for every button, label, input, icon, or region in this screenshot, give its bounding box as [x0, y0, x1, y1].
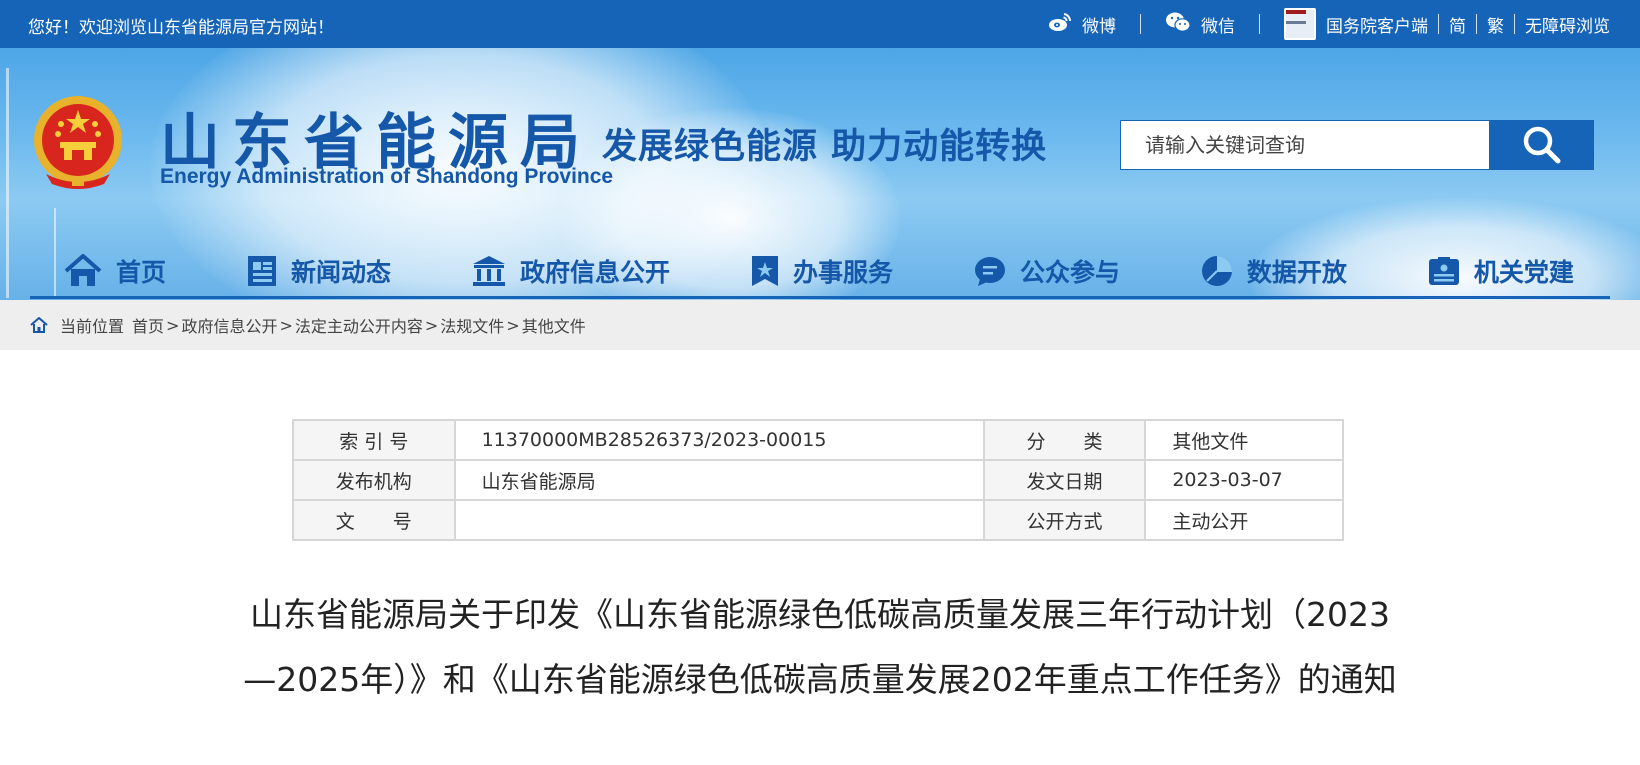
- top-tools: 微博 微信 国务院客户端 简 繁 无障碍浏览: [1048, 8, 1610, 40]
- nav-item-data[interactable]: 数据开放: [1201, 253, 1347, 289]
- nav-item-participation[interactable]: 公众参与: [974, 253, 1120, 289]
- weibo-label: 微博: [1082, 16, 1116, 37]
- document-number-value: [453, 499, 985, 541]
- issue-date-value: 2023-03-07: [1144, 459, 1344, 501]
- index-number-value: 11370000MB28526373/2023-00015: [453, 419, 985, 461]
- breadcrumb-separator: >: [424, 315, 439, 335]
- divider: [1476, 14, 1477, 34]
- search-button[interactable]: [1490, 120, 1594, 170]
- gov-app-icon: [1284, 8, 1316, 40]
- breadcrumb-item[interactable]: 首页: [132, 313, 164, 337]
- weibo-link[interactable]: 微博: [1048, 8, 1116, 40]
- wechat-icon: [1165, 11, 1191, 38]
- simplified-label: 简: [1449, 16, 1466, 37]
- traditional-label: 繁: [1487, 16, 1504, 37]
- wechat-label: 微信: [1201, 16, 1235, 37]
- breadcrumb-separator: >: [506, 315, 520, 335]
- nav-item-news[interactable]: 新闻动态: [247, 253, 391, 289]
- turbine-decoration: [6, 68, 9, 298]
- nav-label: 公众参与: [1019, 258, 1120, 287]
- search-icon: [1523, 126, 1561, 164]
- accessibility-link[interactable]: 无障碍浏览: [1525, 8, 1610, 40]
- service-icon: [751, 256, 778, 286]
- disclosure-method-value: 主动公开: [1144, 499, 1344, 541]
- category-value: 其他文件: [1144, 419, 1344, 461]
- government-icon: [472, 256, 505, 286]
- breadcrumb-item[interactable]: 政府信息公开: [181, 313, 277, 337]
- gov-app-link[interactable]: 国务院客户端: [1284, 8, 1428, 40]
- publisher-label: 发布机构: [292, 459, 456, 501]
- nav-label: 新闻动态: [290, 258, 391, 287]
- breadcrumb-prefix: 当前位置: [60, 317, 125, 336]
- home-icon: [64, 254, 102, 286]
- table-row: 文 号 公开方式 主动公开: [292, 499, 1344, 541]
- search-bar: [1120, 120, 1594, 170]
- nav-item-gov-info[interactable]: 政府信息公开: [472, 253, 670, 289]
- main-nav: 首页 新闻动态 政府信息公开 办事服务 公众参与 数据开放 机关党建: [30, 244, 1610, 298]
- index-number-label: 索 引 号: [292, 419, 456, 461]
- article-title: 山东省能源局关于印发《山东省能源绿色低碳高质量发展三年行动计划（2023—202…: [243, 595, 1397, 699]
- top-bar: 您好！欢迎浏览山东省能源局官方网站！ 微博 微信 国务院客户端 简 繁 无障碍浏…: [0, 0, 1640, 48]
- breadcrumb-separator: >: [279, 315, 293, 335]
- divider: [1514, 14, 1515, 34]
- pie-chart-icon: [1201, 256, 1232, 286]
- breadcrumb: 当前位置 首页 > 政府信息公开 > 法定主动公开内容 > 法规文件 > 其他文件: [0, 300, 1640, 350]
- site-title-en: Energy Administration of Shandong Provin…: [160, 165, 614, 188]
- nav-label: 政府信息公开: [519, 258, 670, 287]
- table-row: 发布机构 山东省能源局 发文日期 2023-03-07: [292, 459, 1344, 501]
- nav-label: 首页: [116, 258, 167, 287]
- weibo-icon: [1048, 12, 1072, 37]
- nav-item-service[interactable]: 办事服务: [751, 253, 893, 289]
- gov-app-label: 国务院客户端: [1326, 16, 1428, 37]
- traditional-link[interactable]: 繁: [1487, 8, 1504, 40]
- wechat-link[interactable]: 微信: [1165, 8, 1235, 40]
- category-label: 分 类: [982, 419, 1147, 461]
- nav-label: 数据开放: [1246, 258, 1347, 287]
- breadcrumb-item[interactable]: 法定主动公开内容: [295, 313, 423, 337]
- breadcrumb-item[interactable]: 其他文件: [522, 313, 586, 337]
- search-input[interactable]: [1120, 120, 1490, 170]
- nav-item-party[interactable]: 机关党建: [1428, 253, 1574, 289]
- nav-label: 机关党建: [1473, 258, 1574, 287]
- publisher-value: 山东省能源局: [453, 459, 985, 501]
- disclosure-method-label: 公开方式: [982, 499, 1147, 541]
- news-icon: [247, 256, 276, 286]
- nav-label: 办事服务: [792, 258, 893, 287]
- table-row: 索 引 号 11370000MB28526373/2023-00015 分 类 …: [292, 419, 1344, 461]
- id-card-icon: [1428, 257, 1459, 285]
- simplified-link[interactable]: 简: [1449, 8, 1466, 40]
- breadcrumb-item[interactable]: 法规文件: [440, 313, 504, 337]
- divider: [1438, 14, 1439, 34]
- document-number-label: 文 号: [292, 499, 456, 541]
- welcome-text: 您好！欢迎浏览山东省能源局官方网站！: [28, 18, 334, 38]
- nav-underline: [30, 296, 1610, 299]
- nav-item-home[interactable]: 首页: [64, 253, 166, 289]
- chat-icon: [974, 257, 1005, 286]
- divider: [1140, 14, 1141, 34]
- accessibility-label: 无障碍浏览: [1525, 16, 1610, 37]
- breadcrumb-separator: >: [166, 315, 180, 335]
- national-emblem-icon: [34, 96, 122, 189]
- home-icon: [30, 317, 48, 333]
- divider: [1259, 14, 1260, 34]
- document-info-table: 索 引 号 11370000MB28526373/2023-00015 分 类 …: [292, 419, 1344, 541]
- slogan: 发展绿色能源 助力动能转换: [602, 127, 1048, 167]
- site-header: 山东省能源局 Energy Administration of Shandong…: [0, 48, 1640, 300]
- issue-date-label: 发文日期: [982, 459, 1147, 501]
